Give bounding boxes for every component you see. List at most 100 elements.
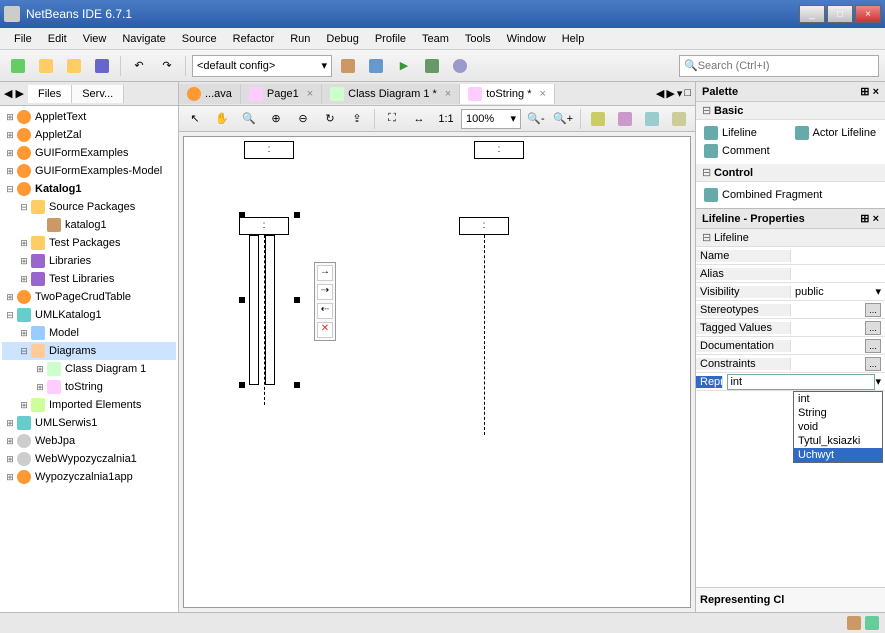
tab-nav-right[interactable]: ▶ [666, 87, 674, 100]
activation-bar[interactable] [265, 235, 275, 385]
tree-node[interactable]: ⊞Imported Elements [2, 396, 176, 414]
new-project-button[interactable] [34, 54, 58, 78]
editor-tab[interactable]: Page1× [241, 84, 322, 104]
tree-node[interactable]: ⊞WebWypozyczalnia1 [2, 450, 176, 468]
tab-list[interactable]: ▾ [677, 87, 683, 100]
menu-profile[interactable]: Profile [367, 30, 414, 48]
delete-icon[interactable]: ✕ [317, 322, 333, 338]
export-button[interactable]: ⇪ [345, 107, 369, 131]
dropdown-option[interactable]: void [794, 420, 882, 434]
menu-refactor[interactable]: Refactor [225, 30, 283, 48]
palette-header[interactable]: Palette ⊞ × [696, 82, 885, 102]
palette-controls[interactable]: ⊞ × [860, 85, 879, 98]
lifeline[interactable]: : [459, 217, 509, 435]
editor-tab[interactable]: toString *× [460, 84, 555, 104]
selection-handle[interactable] [239, 382, 245, 388]
expand-icon[interactable]: ⊞ [4, 112, 16, 123]
expand-icon[interactable]: ⊞ [34, 382, 46, 393]
expand-icon[interactable]: ⊞ [4, 436, 16, 447]
tree-node[interactable]: ⊞Test Libraries [2, 270, 176, 288]
selection-handle[interactable] [239, 297, 245, 303]
property-edit-button[interactable]: ... [865, 303, 881, 317]
layout3-button[interactable] [640, 107, 664, 131]
tree-node[interactable]: ⊟Diagrams [2, 342, 176, 360]
tree-node[interactable]: katalog1 [2, 216, 176, 234]
property-row[interactable]: Stereotypes... [696, 301, 885, 319]
expand-icon[interactable]: ⊟ [18, 202, 30, 213]
property-row[interactable]: Tagged Values... [696, 319, 885, 337]
selection-handle[interactable] [239, 212, 245, 218]
expand-icon[interactable]: ⊞ [4, 130, 16, 141]
left-tab-arrows[interactable]: ◀ ▶ [0, 87, 28, 100]
menu-navigate[interactable]: Navigate [114, 30, 173, 48]
zoom-tool[interactable]: 🔍 [237, 107, 261, 131]
activation-bar[interactable] [249, 235, 259, 385]
select-tool[interactable]: ↖ [183, 107, 207, 131]
tree-node[interactable]: ⊟Source Packages [2, 198, 176, 216]
palette-group-header[interactable]: ⊟Control [696, 164, 885, 182]
search-box[interactable]: 🔍 [679, 55, 879, 77]
build-button[interactable] [336, 54, 360, 78]
debug-button[interactable] [420, 54, 444, 78]
new-file-button[interactable] [6, 54, 30, 78]
palette-group-header[interactable]: ⊟Basic [696, 102, 885, 120]
chevron-down-icon[interactable]: ▾ [875, 375, 881, 388]
property-row[interactable]: Name [696, 247, 885, 265]
tab-max[interactable]: □ [684, 87, 691, 100]
tree-node[interactable]: ⊞UMLSerwis1 [2, 414, 176, 432]
expand-icon[interactable]: ⊞ [4, 292, 16, 303]
expand-icon[interactable]: ⊞ [18, 400, 30, 411]
property-row[interactable]: Alias [696, 265, 885, 283]
property-row[interactable]: Representing Clas▾ [696, 373, 885, 391]
layout4-button[interactable] [667, 107, 691, 131]
menu-edit[interactable]: Edit [40, 30, 75, 48]
editor-tab[interactable]: Class Diagram 1 *× [322, 84, 460, 104]
zoom-in-button[interactable]: ⊕ [264, 107, 288, 131]
menu-file[interactable]: File [6, 30, 40, 48]
tree-node[interactable]: ⊞GUIFormExamples-Model [2, 162, 176, 180]
zoom-combo[interactable]: 100% ▾ [461, 109, 521, 129]
pan-tool[interactable]: ✋ [210, 107, 234, 131]
msg-sync-icon[interactable]: → [317, 265, 333, 281]
dropdown-option[interactable]: Uchwyt [794, 448, 882, 462]
expand-icon[interactable]: ⊞ [4, 166, 16, 177]
menu-team[interactable]: Team [414, 30, 457, 48]
tree-node[interactable]: ⊞Model [2, 324, 176, 342]
dropdown-option[interactable]: String [794, 406, 882, 420]
lifeline-header[interactable]: : [244, 141, 294, 159]
editor-tab[interactable]: ...ava [179, 84, 241, 104]
close-button[interactable]: × [855, 5, 881, 23]
msg-return-icon[interactable]: ⇠ [317, 303, 333, 319]
tree-node[interactable]: ⊞TwoPageCrudTable [2, 288, 176, 306]
property-edit-button[interactable]: ... [865, 357, 881, 371]
fit-width-button[interactable]: ↔ [407, 107, 431, 131]
property-row[interactable]: Visibilitypublic▾ [696, 283, 885, 301]
tree-node[interactable]: ⊞AppletText [2, 108, 176, 126]
actual-size-button[interactable]: 1:1 [434, 107, 458, 131]
tree-node[interactable]: ⊟UMLKatalog1 [2, 306, 176, 324]
expand-icon[interactable]: ⊞ [4, 454, 16, 465]
expand-icon[interactable]: ⊞ [34, 364, 46, 375]
dropdown-option[interactable]: Tytul_ksiazki [794, 434, 882, 448]
lifeline-header[interactable]: : [474, 141, 524, 159]
menu-tools[interactable]: Tools [457, 30, 499, 48]
layout2-button[interactable] [613, 107, 637, 131]
tree-node[interactable]: ⊟Katalog1 [2, 180, 176, 198]
open-button[interactable] [62, 54, 86, 78]
tree-node[interactable]: ⊞toString [2, 378, 176, 396]
refresh-button[interactable]: ↻ [318, 107, 342, 131]
properties-header[interactable]: Lifeline - Properties ⊞ × [696, 209, 885, 229]
lifeline-head[interactable]: : [239, 217, 289, 235]
expand-icon[interactable]: ⊟ [4, 310, 16, 321]
expand-icon[interactable]: ⊞ [4, 148, 16, 159]
project-tree[interactable]: ⊞AppletText⊞AppletZal⊞GUIFormExamples⊞GU… [0, 106, 178, 612]
run-button[interactable]: ▶ [392, 54, 416, 78]
tree-node[interactable]: ⊞Test Packages [2, 234, 176, 252]
clean-build-button[interactable] [364, 54, 388, 78]
zoom-out-tool[interactable]: 🔍- [524, 107, 548, 131]
property-edit-button[interactable]: ... [865, 321, 881, 335]
minimize-button[interactable]: _ [799, 5, 825, 23]
dropdown-option[interactable]: int [794, 392, 882, 406]
property-edit-button[interactable]: ... [865, 339, 881, 353]
expand-icon[interactable]: ⊟ [4, 184, 16, 195]
